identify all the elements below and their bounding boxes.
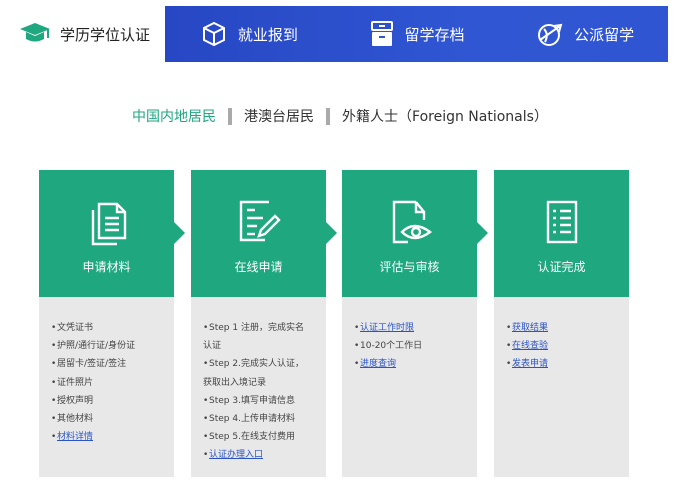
step-application-materials: 申请材料 文凭证书 护照/通行证/身份证 居留卡/签证/签注 证件照片 授权声明… [39,170,185,477]
list-item-link-wrap: 认证办理入口 [203,446,316,464]
archive-icon [370,21,393,46]
form-edit-icon [239,200,281,242]
nav-employment-report[interactable]: 就业报到 [165,6,333,62]
progress-query-link[interactable]: 进度查询 [360,359,396,369]
step-header: 申请材料 [39,170,185,297]
list-item: 10-20个工作日 [354,337,467,355]
step-header: 认证完成 [494,170,629,297]
list-item: Step 3.填写申请信息 [203,392,316,410]
list-item: Step 5.在线支付费用 [203,428,316,446]
list-item: Step 1 注册，完成实名 [203,319,316,337]
get-result-link[interactable]: 获取结果 [512,323,548,333]
step-online-application: 在线申请 Step 1 注册，完成实名 认证 Step 2.完成实人认证， 获取… [191,170,337,477]
list-item-link-wrap: 认证工作时限 [354,319,467,337]
list-item-link-wrap: 发表申请 [506,355,619,373]
graduation-cap-icon [20,23,50,42]
document-eye-icon [392,200,432,244]
certification-entry-link[interactable]: 认证办理入口 [209,450,263,460]
list-item: Step 2.完成实人认证， [203,355,316,373]
step-header: 在线申请 [191,170,337,297]
nav-label: 留学存档 [404,25,465,44]
list-item-link-wrap: 材料详情 [51,428,164,446]
list-item-link-wrap: 获取结果 [506,319,619,337]
publish-application-link[interactable]: 发表申请 [512,359,548,369]
step-details: 获取结果 在线查验 发表申请 [494,297,629,477]
step-title: 申请材料 [82,260,131,274]
list-item: 获取出入境记录 [203,377,267,388]
tab-degree-certification[interactable]: 学历学位认证 [0,6,165,62]
list-item: 文凭证书 [51,319,164,337]
tab-label: 学历学位认证 [60,25,151,44]
list-item: 授权声明 [51,392,164,410]
nav-study-archive[interactable]: 留学存档 [333,6,501,62]
step-title: 在线申请 [234,260,283,274]
step-arrow [326,222,337,244]
step-details: 文凭证书 护照/通行证/身份证 居留卡/签证/签注 证件照片 授权声明 其他材料… [39,297,174,477]
list-item: 认证 [203,341,222,352]
list-item: 其他材料 [51,410,164,428]
step-title: 认证完成 [537,260,586,274]
step-details: Step 1 注册，完成实名 认证 Step 2.完成实人认证， 获取出入境记录… [191,297,326,477]
top-navigation: 学历学位认证 就业报到 留学存档 公派留学 [0,0,680,62]
region-tab-mainland[interactable]: 中国内地居民 [120,106,228,126]
checklist-icon [546,200,577,244]
documents-icon [91,202,126,246]
step-evaluation-review: 评估与审核 认证工作时限 10-20个工作日 进度查询 [342,170,488,477]
list-item: 居留卡/签证/签注 [51,355,164,373]
step-header: 评估与审核 [342,170,488,297]
step-details: 认证工作时限 10-20个工作日 进度查询 [342,297,477,477]
list-item-link-wrap: 进度查询 [354,355,467,373]
step-arrow [174,222,185,244]
nav-label: 公派留学 [574,25,635,44]
region-tab-hk-macao-taiwan[interactable]: 港澳台居民 [232,106,326,126]
region-tab-foreign-nationals[interactable]: 外籍人士（Foreign Nationals） [330,106,560,126]
list-item: 护照/通行证/身份证 [51,337,164,355]
step-arrow [477,222,488,244]
time-limit-link[interactable]: 认证工作时限 [360,323,414,333]
service-nav-bar: 就业报到 留学存档 公派留学 [165,6,668,62]
online-verify-link[interactable]: 在线查验 [512,341,548,351]
plane-globe-icon [538,23,563,46]
materials-details-link[interactable]: 材料详情 [57,432,93,442]
list-item: 证件照片 [51,374,164,392]
list-item: Step 4.上传申请材料 [203,410,316,428]
list-item-link-wrap: 在线查验 [506,337,619,355]
step-certification-complete: 认证完成 获取结果 在线查验 发表申请 [494,170,629,477]
region-tabs: 中国内地居民 港澳台居民 外籍人士（Foreign Nationals） [0,104,680,128]
step-title: 评估与审核 [379,260,440,274]
nav-label: 就业报到 [237,25,298,44]
network-cube-icon [202,21,225,47]
nav-government-study-abroad[interactable]: 公派留学 [500,6,668,62]
